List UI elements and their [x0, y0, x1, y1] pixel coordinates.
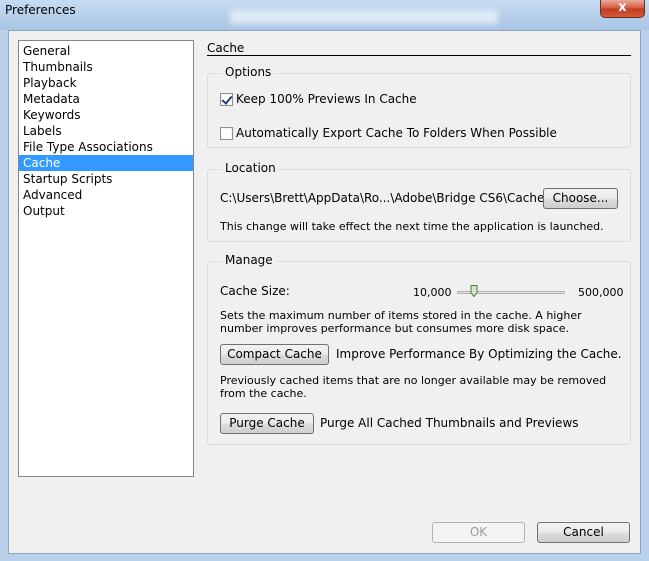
options-group-title: Options	[222, 65, 275, 79]
page-title: Cache	[207, 41, 245, 55]
nav-item-startup-scripts[interactable]: Startup Scripts	[19, 171, 193, 187]
close-button[interactable]: x	[600, 0, 645, 18]
auto-export-checkbox[interactable]	[220, 127, 233, 140]
nav-item-advanced[interactable]: Advanced	[19, 187, 193, 203]
cache-size-description: Sets the maximum number of items stored …	[220, 309, 582, 335]
manage-group: Manage Cache Size: 10,000 500,000 Sets t…	[207, 253, 631, 445]
compact-cache-note: Previously cached items that are no long…	[220, 374, 607, 400]
cancel-button[interactable]: Cancel	[537, 522, 630, 543]
nav-item-file-type-associations[interactable]: File Type Associations	[19, 139, 193, 155]
category-list[interactable]: General Thumbnails Playback Metadata Key…	[18, 40, 194, 477]
location-group: Location C:\Users\Brett\AppData\Ro...\Ad…	[207, 161, 631, 242]
cache-size-label: Cache Size:	[220, 284, 290, 298]
auto-export-label[interactable]: Automatically Export Cache To Folders Wh…	[236, 126, 557, 140]
window-title: Preferences	[5, 3, 76, 17]
title-bar: Preferences	[0, 0, 649, 30]
location-group-title: Location	[222, 161, 279, 175]
nav-item-thumbnails[interactable]: Thumbnails	[19, 59, 193, 75]
purge-cache-description: Purge All Cached Thumbnails and Previews	[320, 416, 579, 430]
options-group: Options Keep 100% Previews In Cache Auto…	[207, 65, 631, 148]
slider-min-label: 10,000	[413, 286, 452, 299]
close-icon: x	[618, 0, 627, 15]
nav-item-playback[interactable]: Playback	[19, 75, 193, 91]
dialog-body: General Thumbnails Playback Metadata Key…	[8, 30, 641, 554]
slider-max-label: 500,000	[578, 286, 624, 299]
keep-previews-checkbox[interactable]	[220, 93, 233, 106]
title-bar-glow	[230, 10, 498, 24]
cache-size-slider-thumb[interactable]	[470, 285, 478, 297]
location-note: This change will take effect the next ti…	[220, 220, 604, 233]
keep-previews-label[interactable]: Keep 100% Previews In Cache	[236, 92, 417, 106]
purge-cache-button[interactable]: Purge Cache	[220, 413, 314, 434]
compact-cache-description: Improve Performance By Optimizing the Ca…	[336, 347, 622, 361]
nav-item-keywords[interactable]: Keywords	[19, 107, 193, 123]
manage-group-title: Manage	[222, 253, 276, 267]
nav-item-output[interactable]: Output	[19, 203, 193, 219]
nav-item-labels[interactable]: Labels	[19, 123, 193, 139]
page-title-divider	[207, 55, 631, 56]
nav-item-cache[interactable]: Cache	[19, 155, 193, 171]
nav-item-metadata[interactable]: Metadata	[19, 91, 193, 107]
nav-item-general[interactable]: General	[19, 43, 193, 59]
cache-path: C:\Users\Brett\AppData\Ro...\Adobe\Bridg…	[220, 191, 549, 205]
compact-cache-button[interactable]: Compact Cache	[220, 344, 329, 365]
ok-button[interactable]: OK	[432, 522, 525, 543]
choose-button[interactable]: Choose...	[543, 188, 618, 209]
